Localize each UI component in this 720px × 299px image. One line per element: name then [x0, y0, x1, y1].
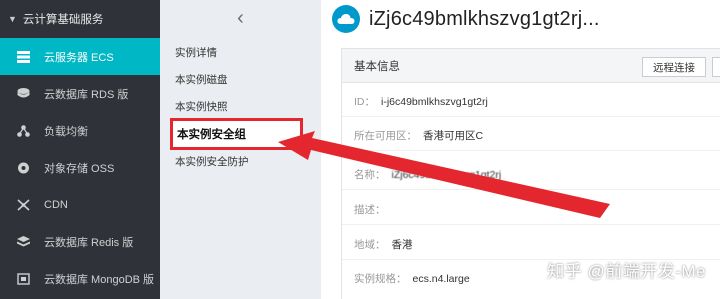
database-icon	[16, 87, 30, 101]
sidebar-item-redis[interactable]: 云数据库 Redis 版	[0, 223, 160, 260]
sidebar-item-label: 负载均衡	[44, 125, 88, 138]
panel-header: 基本信息 远程连接	[342, 49, 720, 83]
field-instance-type: 实例规格： ecs.n4.large	[354, 271, 470, 286]
field-label: 名称：	[354, 169, 386, 181]
server-icon	[16, 50, 30, 64]
field-description: 描述：	[354, 202, 392, 217]
field-name: 名称： iZj6c49bmlkhszvg1gt2rj	[354, 167, 501, 182]
field-value: 香港	[391, 239, 413, 251]
redis-icon	[16, 235, 30, 249]
divider	[342, 150, 720, 151]
watermark: 知乎 @前端开发-Me	[547, 262, 706, 281]
subnav-item-label: 本实例安全组	[177, 129, 246, 141]
sidebar-item-cdn[interactable]: CDN	[0, 186, 160, 223]
sidebar-item-label: 对象存储 OSS	[44, 162, 115, 175]
instance-header: iZj6c49bmlkhszvg1gt2rj...	[321, 0, 720, 38]
divider	[342, 189, 720, 190]
field-value: iZj6c49bmlkhszvg1gt2rj	[391, 169, 502, 181]
divider	[342, 116, 720, 117]
subnav-item-security-group[interactable]: 本实例安全组	[170, 118, 303, 150]
panel-title: 基本信息	[354, 60, 400, 73]
main-content: iZj6c49bmlkhszvg1gt2rj... 基本信息 远程连接 ID： i…	[321, 0, 720, 299]
field-label: ID：	[354, 96, 375, 108]
more-button[interactable]	[712, 57, 720, 77]
chevron-left-icon[interactable]: ‹	[160, 0, 321, 36]
field-label: 描述：	[354, 204, 386, 216]
storage-icon	[16, 161, 30, 175]
sidebar-item-label: 云数据库 MongoDB 版	[44, 273, 155, 286]
sidebar-item-label: 云数据库 RDS 版	[44, 88, 129, 101]
nav-group-header[interactable]: ▼ 云计算基础服务	[0, 0, 160, 38]
field-label: 实例规格：	[354, 273, 407, 285]
load-balancer-icon	[16, 124, 30, 138]
sidebar-item-ecs[interactable]: 云服务器 ECS	[0, 38, 160, 75]
field-id: ID： i-j6c49bmlkhszvg1gt2rj	[354, 94, 488, 109]
page-title: iZj6c49bmlkhszvg1gt2rj...	[369, 7, 600, 30]
primary-sidebar: ▼ 云计算基础服务 云服务器 ECS 云数据库 RDS 版 负载均衡 对象存储 …	[0, 0, 160, 299]
sidebar-item-oss[interactable]: 对象存储 OSS	[0, 149, 160, 186]
sidebar-item-label: 云数据库 Redis 版	[44, 236, 134, 249]
subnav-item-protection[interactable]: 本实例安全防护	[175, 154, 249, 169]
subnav-item-details[interactable]: 实例详情	[175, 45, 217, 60]
sidebar-item-slb[interactable]: 负载均衡	[0, 112, 160, 149]
sidebar-item-label: 云服务器 ECS	[44, 51, 114, 64]
subnav-item-snapshots[interactable]: 本实例快照	[175, 99, 228, 114]
nav-group-label: 云计算基础服务	[22, 14, 104, 26]
sidebar-item-rds[interactable]: 云数据库 RDS 版	[0, 75, 160, 112]
divider	[342, 224, 720, 225]
mongodb-icon	[16, 272, 30, 286]
field-label: 所在可用区：	[354, 130, 417, 142]
caret-down-icon: ▼	[8, 14, 17, 24]
cloud-instance-icon	[332, 5, 360, 33]
secondary-sidebar: ‹ 实例详情 本实例磁盘 本实例快照 本实例安全组 本实例安全防护	[160, 0, 321, 299]
cdn-icon	[16, 198, 30, 212]
sidebar-item-label: CDN	[44, 198, 68, 211]
field-value: i-j6c49bmlkhszvg1gt2rj	[381, 96, 488, 108]
field-label: 地域：	[354, 239, 386, 251]
field-value: 香港可用区C	[423, 130, 484, 142]
sidebar-item-mongodb[interactable]: 云数据库 MongoDB 版	[0, 260, 160, 297]
subnav-item-disks[interactable]: 本实例磁盘	[175, 72, 228, 87]
field-zone: 所在可用区： 香港可用区C	[354, 128, 483, 143]
remote-connect-button[interactable]: 远程连接	[642, 57, 706, 77]
field-value: ecs.n4.large	[412, 273, 470, 285]
field-region: 地域： 香港	[354, 237, 413, 252]
